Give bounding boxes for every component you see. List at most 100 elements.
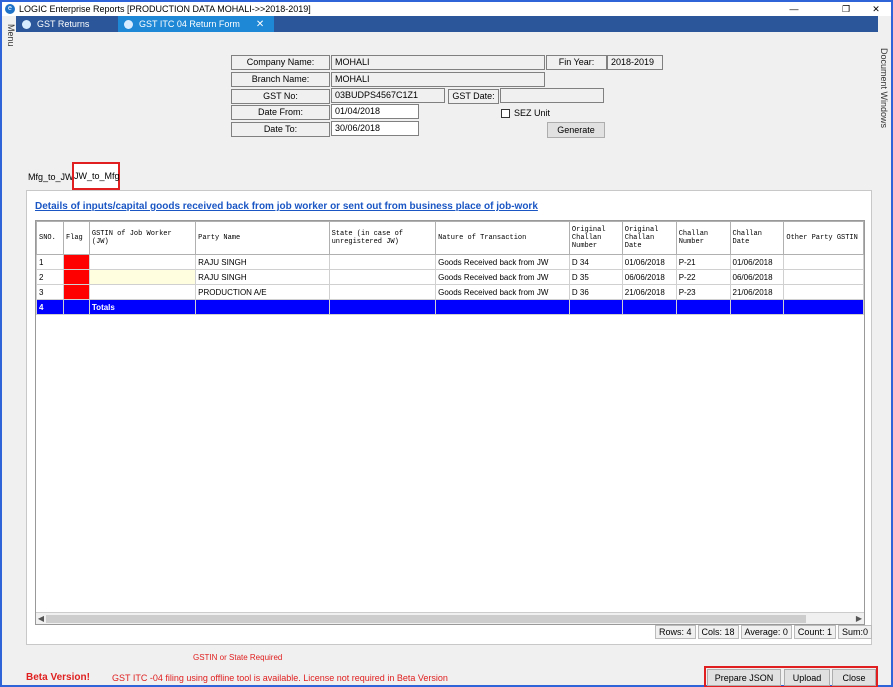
app-logo-icon: e xyxy=(5,4,15,14)
document-windows-side-tab[interactable]: Document Windows xyxy=(877,48,889,128)
cell-party[interactable]: RAJU SINGH xyxy=(195,269,330,285)
cell-flag[interactable] xyxy=(62,269,90,285)
close-tab-icon[interactable]: ✕ xyxy=(256,19,264,30)
cell-party[interactable]: PRODUCTION A/E xyxy=(195,284,330,300)
date-from-input[interactable]: 01/04/2018 xyxy=(331,104,419,119)
close-button[interactable]: Close xyxy=(832,669,876,686)
prepare-json-button[interactable]: Prepare JSON xyxy=(707,669,781,686)
cell-other[interactable] xyxy=(783,254,864,270)
fin-year-field: 2018-2019 xyxy=(607,55,663,70)
gst-date-label: GST Date: xyxy=(448,89,499,104)
cell-orig-date[interactable]: 21/06/2018 xyxy=(621,284,677,300)
cell-state[interactable] xyxy=(328,299,437,315)
status-count: Count: 1 xyxy=(793,625,836,639)
col-sno[interactable]: SNO. xyxy=(36,221,64,255)
cell-other[interactable] xyxy=(783,269,864,285)
cell-orig-no[interactable]: D 34 xyxy=(568,254,623,270)
cell-sno[interactable]: 1 xyxy=(36,254,64,270)
app-window: e LOGIC Enterprise Reports [PRODUCTION D… xyxy=(0,0,893,687)
sez-unit-checkbox[interactable]: SEZ Unit xyxy=(501,108,550,118)
cell-ch-date[interactable]: 21/06/2018 xyxy=(729,284,785,300)
restore-button[interactable]: ❐ xyxy=(832,2,860,16)
cell-nature[interactable] xyxy=(435,299,570,315)
section-heading: Details of inputs/capital goods received… xyxy=(35,201,538,212)
scroll-right-icon[interactable]: ▶ xyxy=(854,613,864,624)
col-state[interactable]: State (in case of unregistered JW) xyxy=(328,221,437,255)
col-orig-challan-date[interactable]: Original Challan Date xyxy=(621,221,677,255)
cell-ch-date[interactable] xyxy=(729,299,785,315)
cell-flag[interactable] xyxy=(62,254,90,270)
table-header-row: SNO. Flag GSTIN of Job Worker (JW) Party… xyxy=(36,221,864,255)
cell-sno[interactable]: 4 xyxy=(36,299,64,315)
cell-state[interactable] xyxy=(328,254,437,270)
cell-party[interactable]: RAJU SINGH xyxy=(195,254,330,270)
cell-state[interactable] xyxy=(328,284,437,300)
cell-orig-date[interactable] xyxy=(621,299,677,315)
tab-gst-returns[interactable]: GST Returns xyxy=(16,16,118,32)
col-orig-challan-no[interactable]: Original Challan Number xyxy=(568,221,623,255)
cell-orig-no[interactable]: D 35 xyxy=(568,269,623,285)
gst-date-field xyxy=(500,88,604,103)
horizontal-scrollbar[interactable]: ◀ ▶ xyxy=(36,612,864,624)
action-button-group: Prepare JSON Upload Close xyxy=(704,666,878,687)
tab-mfg-to-jw[interactable]: Mfg_to_JW xyxy=(28,166,74,190)
col-other-party-gstin[interactable]: Other Party GSTIN xyxy=(783,221,864,255)
col-flag[interactable]: Flag xyxy=(62,221,90,255)
cell-orig-no[interactable] xyxy=(568,299,623,315)
cell-ch-no[interactable]: P-21 xyxy=(675,254,731,270)
table-row[interactable]: 3 PRODUCTION A/E Goods Received back fro… xyxy=(36,284,864,300)
scroll-left-icon[interactable]: ◀ xyxy=(36,613,46,624)
generate-button[interactable]: Generate xyxy=(547,122,605,138)
cell-state[interactable] xyxy=(328,269,437,285)
date-to-input[interactable]: 30/06/2018 xyxy=(331,121,419,136)
cell-other[interactable] xyxy=(783,299,864,315)
totals-row[interactable]: 4 Totals xyxy=(36,299,864,315)
branch-name-field: MOHALI xyxy=(331,72,545,87)
cell-flag[interactable] xyxy=(62,284,90,300)
col-gstin[interactable]: GSTIN of Job Worker (JW) xyxy=(88,221,197,255)
cell-flag[interactable] xyxy=(62,299,90,315)
cell-orig-date[interactable]: 01/06/2018 xyxy=(621,254,677,270)
validation-warning: GSTIN or State Required xyxy=(193,653,283,662)
cell-ch-no[interactable]: P-23 xyxy=(675,284,731,300)
col-challan-no[interactable]: Challan Number xyxy=(675,221,731,255)
tab-gst-itc04-form[interactable]: GST ITC 04 Return Form ✕ xyxy=(118,16,274,32)
table-row[interactable]: 2 RAJU SINGH Goods Received back from JW… xyxy=(36,269,864,285)
col-nature[interactable]: Nature of Transaction xyxy=(435,221,570,255)
cell-sno[interactable]: 2 xyxy=(36,269,64,285)
globe-icon xyxy=(124,19,133,29)
globe-icon xyxy=(22,19,31,29)
tab-jw-to-mfg[interactable]: JW_to_Mfg xyxy=(72,162,120,190)
cell-ch-date[interactable]: 06/06/2018 xyxy=(729,269,785,285)
cell-gstin[interactable] xyxy=(88,284,197,300)
company-name-label: Company Name: xyxy=(231,55,330,70)
data-grid[interactable]: SNO. Flag GSTIN of Job Worker (JW) Party… xyxy=(35,220,865,625)
cell-sno[interactable]: 3 xyxy=(36,284,64,300)
cell-orig-date[interactable]: 06/06/2018 xyxy=(621,269,677,285)
cell-gstin[interactable] xyxy=(88,254,197,270)
minimize-button[interactable]: — xyxy=(780,2,808,16)
cell-party[interactable] xyxy=(195,299,330,315)
checkbox-box[interactable] xyxy=(501,108,510,118)
menu-side-tab[interactable]: Menu xyxy=(4,24,16,47)
upload-button[interactable]: Upload xyxy=(784,669,830,686)
cell-ch-no[interactable] xyxy=(675,299,731,315)
scrollbar-thumb[interactable] xyxy=(46,615,806,623)
cell-gstin[interactable] xyxy=(88,269,197,285)
cell-other[interactable] xyxy=(783,284,864,300)
cell-nature[interactable]: Goods Received back from JW xyxy=(435,254,570,270)
totals-label[interactable]: Totals xyxy=(88,299,197,315)
col-party-name[interactable]: Party Name xyxy=(195,221,330,255)
close-window-button[interactable]: ✕ xyxy=(862,2,890,16)
cell-orig-no[interactable]: D 36 xyxy=(568,284,623,300)
tab-label: GST ITC 04 Return Form xyxy=(139,19,240,29)
cell-nature[interactable]: Goods Received back from JW xyxy=(435,284,570,300)
col-challan-date[interactable]: Challan Date xyxy=(729,221,785,255)
gst-no-field: 03BUDPS4567C1Z1 xyxy=(331,88,445,103)
fin-year-label: Fin Year: xyxy=(546,55,607,70)
cell-ch-date[interactable]: 01/06/2018 xyxy=(729,254,785,270)
status-sum: Sum:0 xyxy=(837,625,872,639)
cell-nature[interactable]: Goods Received back from JW xyxy=(435,269,570,285)
cell-ch-no[interactable]: P-22 xyxy=(675,269,731,285)
table-row[interactable]: 1 RAJU SINGH Goods Received back from JW… xyxy=(36,254,864,270)
